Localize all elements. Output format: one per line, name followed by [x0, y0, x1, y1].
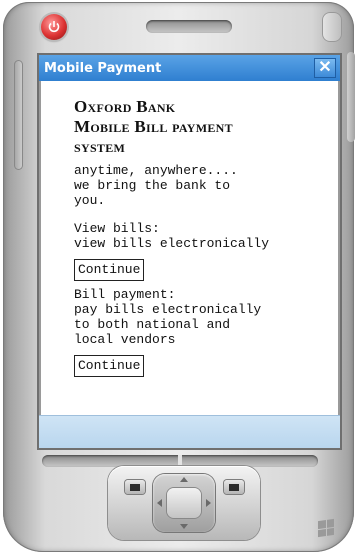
contacts-key-icon	[229, 483, 239, 491]
heading-line-2: Mobile Bill payment	[74, 117, 233, 136]
power-icon	[48, 21, 60, 33]
window-title: Mobile Payment	[44, 60, 162, 76]
dpad-select-button[interactable]	[167, 488, 201, 518]
side-button-right[interactable]	[347, 52, 355, 142]
close-button[interactable]: ✕	[314, 58, 336, 78]
calendar-key[interactable]	[125, 480, 145, 494]
speaker-grille	[146, 20, 232, 33]
main-content: Oxford Bank Mobile Bill payment system a…	[39, 81, 340, 416]
arrow-down-icon	[180, 524, 188, 529]
title-bar: Mobile Payment ✕	[39, 55, 340, 81]
tagline: anytime, anywhere.... we bring the bank …	[74, 163, 238, 208]
view-bills-label: View bills:	[74, 221, 160, 236]
bill-payment-description: pay bills electronically to both nationa…	[74, 302, 262, 347]
view-bills-description: view bills electronically	[74, 236, 270, 251]
heading-line-1: Oxford Bank	[74, 97, 176, 116]
softkey-menu-bar	[39, 415, 340, 448]
bill-payment-section: Bill payment: pay bills electronically t…	[69, 287, 338, 347]
contacts-key[interactable]	[224, 480, 244, 494]
view-bills-continue-button[interactable]: Continue	[74, 259, 145, 281]
stylus-slot	[322, 12, 342, 42]
bill-payment-continue-button[interactable]: Continue	[74, 355, 145, 377]
directional-pad[interactable]	[153, 474, 215, 532]
bill-payment-label: Bill payment:	[74, 287, 176, 302]
view-bills-section: View bills: view bills electronically	[69, 221, 338, 251]
arrow-up-icon	[180, 477, 188, 482]
close-icon: ✕	[318, 59, 332, 76]
side-volume-button[interactable]	[14, 60, 23, 170]
calendar-key-icon	[130, 483, 140, 491]
heading-line-3: system	[74, 137, 126, 156]
device-screen: Mobile Payment ✕ Oxford Bank Mobile Bill…	[39, 55, 340, 448]
arrow-right-icon	[206, 499, 211, 507]
navigation-cluster	[108, 466, 260, 540]
page-title: Oxford Bank Mobile Bill payment system	[74, 97, 338, 157]
windows-logo-icon	[318, 518, 334, 538]
arrow-left-icon	[157, 499, 162, 507]
power-button[interactable]	[41, 14, 67, 40]
